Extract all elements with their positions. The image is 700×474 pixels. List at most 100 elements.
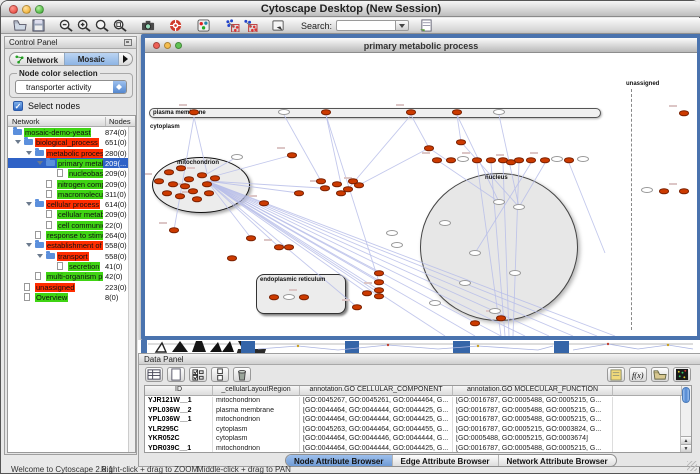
gene-node[interactable] <box>246 235 256 241</box>
select-nodes-checkbox[interactable]: ✓ <box>13 101 23 111</box>
column-header[interactable]: _cellularLayoutRegion <box>213 386 300 396</box>
save-icon[interactable] <box>29 19 47 33</box>
tab-node-attribute-browser[interactable]: Node Attribute Browser <box>286 455 393 466</box>
gene-node[interactable] <box>374 293 384 299</box>
open-folder-icon[interactable] <box>11 19 29 33</box>
gene-node-outline[interactable] <box>641 187 653 193</box>
tree-row-overview[interactable]: Overview8(0) <box>8 292 135 302</box>
tree-row-biological-process[interactable]: biological_process651(0) <box>8 137 135 147</box>
gene-node[interactable] <box>168 181 178 187</box>
gene-node[interactable] <box>180 183 190 189</box>
annotation-icon[interactable] <box>269 19 287 33</box>
gene-node[interactable] <box>564 157 574 163</box>
gene-node-outline[interactable] <box>283 294 295 300</box>
gene-node[interactable] <box>274 244 284 250</box>
gene-node[interactable] <box>540 157 550 163</box>
tree-row-nitrogen-compo[interactable]: nitrogen compo209(0) <box>8 179 135 189</box>
delete-attribute-icon[interactable] <box>233 367 251 382</box>
vizmapper-icon[interactable] <box>195 19 213 33</box>
network-canvas[interactable]: plasma membrane cytoplasm mitochondrion … <box>145 53 697 336</box>
gene-node[interactable] <box>424 145 434 151</box>
gene-node[interactable] <box>486 157 496 163</box>
gene-node-outline[interactable] <box>457 156 469 162</box>
tree-row-transport[interactable]: transport558(0) <box>8 251 135 261</box>
table-cell[interactable]: cytoplasm <box>213 426 300 436</box>
table-cell[interactable]: [GO:0045267, GO:0045261, GO:0044464, G..… <box>300 397 453 407</box>
table-cell[interactable]: [GO:0005488, GO:0005215, GO:0003674] <box>453 435 613 445</box>
column-mapping-icon[interactable] <box>211 367 229 382</box>
gene-node[interactable] <box>526 157 536 163</box>
gene-node[interactable] <box>164 169 174 175</box>
gene-node-outline[interactable] <box>386 230 398 236</box>
expand-triangle-icon[interactable] <box>26 243 32 250</box>
gene-node[interactable] <box>470 320 480 326</box>
scroll-up-icon[interactable]: ▲ <box>681 436 691 444</box>
gene-node[interactable] <box>321 109 331 115</box>
column-header[interactable]: annotation.GO CELLULAR_COMPONENT <box>300 386 453 396</box>
resize-grip[interactable] <box>687 461 697 471</box>
gene-node-outline[interactable] <box>551 156 563 162</box>
table-cell[interactable]: [GO:0016787, GO:0005488, GO:0005215, G..… <box>453 416 613 426</box>
table-cell[interactable]: [GO:0016787, GO:0005215, GO:0003824, G..… <box>453 426 613 436</box>
gene-node-outline[interactable] <box>391 242 403 248</box>
gene-node-outline[interactable] <box>231 154 243 160</box>
table-cell[interactable]: [GO:0044464, GO:0044444, GO:0044425, G..… <box>300 407 453 417</box>
gene-node[interactable] <box>294 190 304 196</box>
gene-node[interactable] <box>336 190 346 196</box>
filter-nodes-2-icon[interactable] <box>241 19 259 33</box>
gene-node[interactable] <box>432 157 442 163</box>
zoom-out-icon[interactable] <box>57 19 75 33</box>
tree-row-primary-metabo[interactable]: primary metabo209(... <box>8 158 135 168</box>
column-header[interactable]: ID <box>145 386 213 396</box>
import-network-table-icon[interactable] <box>417 19 435 33</box>
gene-node-outline[interactable] <box>509 270 521 276</box>
gene-node-outline[interactable] <box>513 204 525 210</box>
tab-mosaic[interactable]: Mosaic <box>64 53 120 65</box>
snapshot-camera-icon[interactable] <box>139 19 157 33</box>
attribute-table-icon[interactable] <box>145 367 163 382</box>
tree-row-response-to-stimulu[interactable]: response to stimulu264(0) <box>8 230 135 240</box>
gene-node[interactable] <box>287 152 297 158</box>
gene-node[interactable] <box>189 109 199 115</box>
tree-col-network[interactable]: Network <box>12 117 40 126</box>
gene-node[interactable] <box>259 200 269 206</box>
tree-row-multi-organism-pro[interactable]: multi-organism pro42(0) <box>8 271 135 281</box>
tree-row-cell-communicat[interactable]: cell communicat22(0) <box>8 220 135 230</box>
column-header[interactable]: annotation.GO MOLECULAR_FUNCTION <box>453 386 613 396</box>
gene-node[interactable] <box>162 190 172 196</box>
gene-node[interactable] <box>452 109 462 115</box>
gene-node-outline[interactable] <box>278 109 290 115</box>
gene-node[interactable] <box>472 157 482 163</box>
float-panel-icon[interactable] <box>124 39 132 46</box>
search-dropdown-icon[interactable] <box>396 20 409 31</box>
table-cell[interactable]: YDR039C__1 <box>145 445 213 454</box>
notes-icon[interactable] <box>607 367 625 382</box>
table-cell[interactable]: YLR295C <box>145 426 213 436</box>
tree-row-macromolecule[interactable]: macromolecule311(0) <box>8 189 135 199</box>
tree-row-secretion[interactable]: secretion41(0) <box>8 261 135 271</box>
expand-triangle-icon[interactable] <box>26 151 32 158</box>
tree-col-nodes[interactable]: Nodes <box>105 117 131 126</box>
expand-triangle-icon[interactable] <box>15 140 21 147</box>
table-cell[interactable]: YPL036W__1 <box>145 416 213 426</box>
tab-overflow-arrow-icon[interactable] <box>119 53 132 65</box>
gene-node[interactable] <box>184 176 194 182</box>
gene-node[interactable] <box>202 181 212 187</box>
table-cell[interactable]: YKR052C <box>145 435 213 445</box>
help-lifering-icon[interactable] <box>167 19 185 33</box>
matrix-icon[interactable] <box>673 367 691 382</box>
table-cell[interactable]: [GO:0044464, GO:0044444, GO:0044425, G..… <box>300 445 453 454</box>
gene-node[interactable] <box>514 157 524 163</box>
gene-node[interactable] <box>659 188 669 194</box>
gene-node[interactable] <box>210 175 220 181</box>
gene-node-outline[interactable] <box>469 250 481 256</box>
gene-node-outline[interactable] <box>439 220 451 226</box>
network-frame-titlebar[interactable]: primary metabolic process <box>145 38 697 53</box>
tree-row-cellular-process[interactable]: cellular process614(0) <box>8 199 135 209</box>
tab-edge-attribute-browser[interactable]: Edge Attribute Browser <box>393 455 499 466</box>
zoom-in-icon[interactable] <box>75 19 93 33</box>
table-cell[interactable]: plasma membrane <box>213 407 300 417</box>
gene-node[interactable] <box>284 244 294 250</box>
table-cell[interactable]: [GO:0016787, GO:0005488, GO:0005215, G..… <box>453 397 613 407</box>
table-scroll-thumb[interactable] <box>682 387 690 403</box>
